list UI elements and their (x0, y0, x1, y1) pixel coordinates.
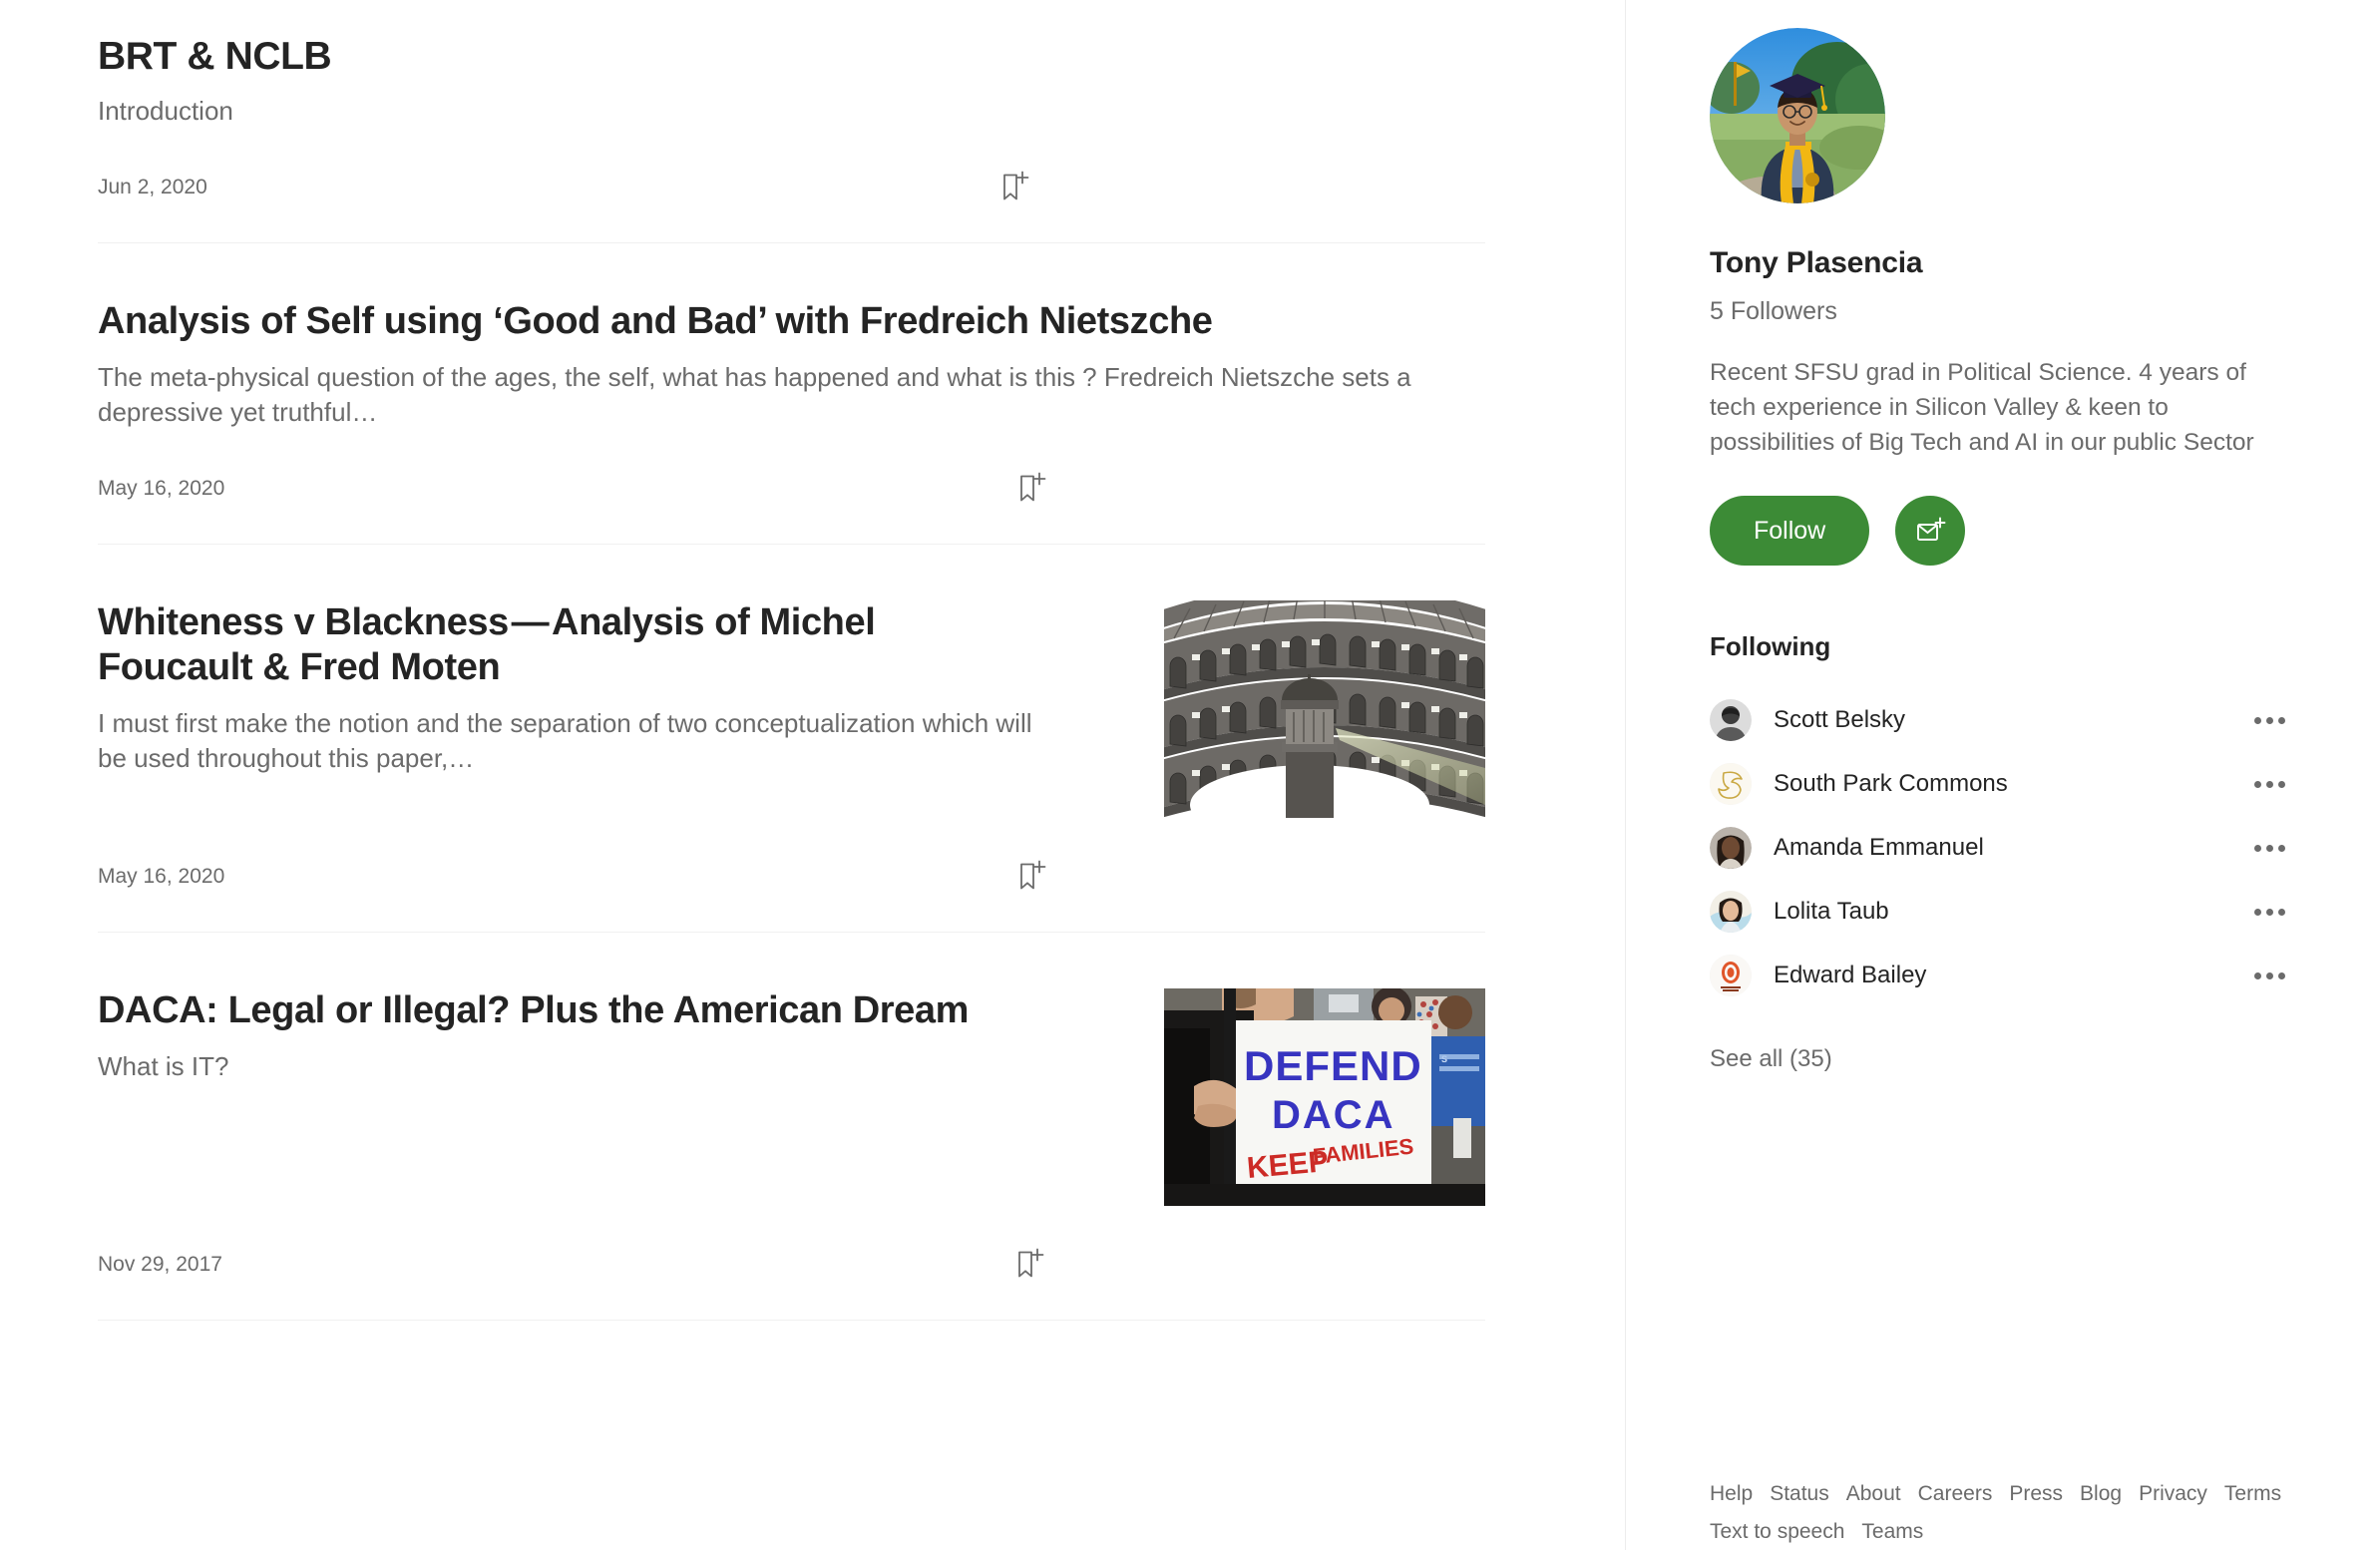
story-date: Jun 2, 2020 (98, 176, 207, 199)
footer-link-help[interactable]: Help (1710, 1480, 1753, 1508)
footer-link-press[interactable]: Press (2009, 1480, 2063, 1508)
story-date: Nov 29, 2017 (98, 1253, 222, 1277)
story-subtitle: The meta-physical question of the ages, … (98, 361, 1411, 428)
story-title[interactable]: BRT & NCLB (98, 34, 1485, 80)
svg-text:DACA: DACA (1272, 1093, 1395, 1137)
story-divider (98, 1320, 1485, 1322)
envelope-plus-icon[interactable] (1895, 496, 1966, 567)
following-name[interactable]: Scott Belsky (1774, 706, 2250, 734)
story-title[interactable]: DACA: Legal or Illegal? Plus the America… (98, 988, 1035, 1033)
story-item[interactable]: Whiteness v Blackness — Analysis of Mich… (98, 545, 1485, 934)
profile-name: Tony Plasencia (1710, 246, 1923, 279)
stories-column: BRT & NCLB Introduction Jun 2, 2020 Anal… (0, 0, 1626, 1550)
profile-sidebar: Tony Plasencia 5 Followers Recent SFSU g… (1626, 0, 2379, 1550)
bookmark-plus-icon[interactable] (1012, 468, 1052, 510)
story-item[interactable]: BRT & NCLB Introduction Jun 2, 2020 (98, 0, 1485, 244)
following-name[interactable]: Edward Bailey (1774, 962, 2250, 989)
profile-actions: Follow (1710, 496, 2289, 567)
footer-link-terms[interactable]: Terms (2224, 1480, 2281, 1508)
following-name[interactable]: South Park Commons (1774, 770, 2250, 798)
svg-text:DEFEND: DEFEND (1244, 1042, 1422, 1089)
bookmark-plus-icon[interactable] (1010, 1244, 1050, 1286)
following-list: Scott Belsky South Park Commons Amanda E… (1710, 688, 2289, 1007)
avatar-amanda-emmanuel (1710, 827, 1752, 870)
profile-bio: Recent SFSU grad in Political Science. 4… (1710, 359, 2254, 456)
more-options-icon[interactable] (2250, 707, 2289, 734)
footer-link-status[interactable]: Status (1770, 1480, 1829, 1508)
profile-avatar-graduation-photo[interactable] (1710, 28, 1885, 203)
story-meta: Jun 2, 2020 (98, 165, 1485, 210)
footer-link-blog[interactable]: Blog (2080, 1480, 2122, 1508)
footer-link-teams[interactable]: Teams (1861, 1518, 1923, 1546)
profile-page: BRT & NCLB Introduction Jun 2, 2020 Anal… (0, 0, 2380, 1550)
avatar-lolita-taub (1710, 891, 1752, 934)
following-item[interactable]: South Park Commons (1710, 752, 2289, 816)
avatar-south-park-commons (1710, 763, 1752, 806)
bookmark-plus-icon[interactable] (1012, 856, 1052, 898)
avatar-scott-belsky (1710, 699, 1752, 742)
more-options-icon[interactable] (2250, 899, 2289, 926)
story-date: May 16, 2020 (98, 477, 225, 501)
more-options-icon[interactable] (2250, 771, 2289, 798)
following-heading: Following (1710, 631, 1831, 662)
following-name[interactable]: Lolita Taub (1774, 898, 2250, 926)
see-all-following-link[interactable]: See all (35) (1710, 1045, 2289, 1073)
story-meta: Nov 29, 2017 (98, 1242, 1485, 1288)
followers-count[interactable]: 5 Followers (1710, 297, 2289, 326)
stories-list: BRT & NCLB Introduction Jun 2, 2020 Anal… (0, 0, 1625, 1322)
footer-link-about[interactable]: About (1846, 1480, 1901, 1508)
follow-button[interactable]: Follow (1710, 496, 1870, 567)
following-item[interactable]: Edward Bailey (1710, 944, 2289, 1007)
avatar-edward-bailey (1710, 955, 1752, 997)
defend-daca-protest-photo: S (1164, 988, 1485, 1207)
story-subtitle: Introduction (98, 96, 233, 127)
footer-links-row-2: Text to speech Teams (1710, 1518, 2348, 1546)
following-item[interactable]: Amanda Emmanuel (1710, 816, 2289, 880)
story-date: May 16, 2020 (98, 865, 225, 889)
following-item[interactable]: Scott Belsky (1710, 688, 2289, 752)
story-item[interactable]: DACA: Legal or Illegal? Plus the America… (98, 933, 1485, 1322)
following-item[interactable]: Lolita Taub (1710, 880, 2289, 944)
story-subtitle: What is IT? (98, 1050, 229, 1081)
story-item[interactable]: Analysis of Self using ‘Good and Bad’ wi… (98, 243, 1485, 546)
footer-link-text-to-speech[interactable]: Text to speech (1710, 1518, 1844, 1546)
footer-links: Help Status About Careers Press Blog Pri… (1710, 1480, 2348, 1546)
more-options-icon[interactable] (2250, 835, 2289, 862)
footer-link-privacy[interactable]: Privacy (2139, 1480, 2207, 1508)
bookmark-plus-icon[interactable] (995, 167, 1035, 208)
footer-links-row-1: Help Status About Careers Press Blog Pri… (1710, 1480, 2348, 1508)
story-subtitle: I must first make the notion and the sep… (98, 707, 1032, 773)
panopticon-prison-illustration (1164, 600, 1485, 819)
story-meta: May 16, 2020 (98, 854, 1485, 900)
story-title[interactable]: Whiteness v Blackness — Analysis of Mich… (98, 600, 1035, 690)
story-meta: May 16, 2020 (98, 466, 1485, 512)
more-options-icon[interactable] (2250, 963, 2289, 989)
story-title[interactable]: Analysis of Self using ‘Good and Bad’ wi… (98, 299, 1485, 344)
following-name[interactable]: Amanda Emmanuel (1774, 834, 2250, 862)
footer-link-careers[interactable]: Careers (1918, 1480, 1993, 1508)
